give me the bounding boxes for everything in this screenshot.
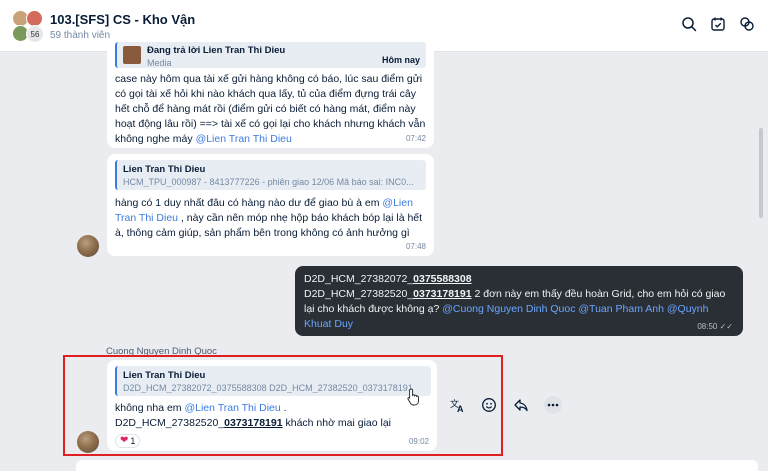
reply-icon[interactable] [512, 396, 530, 414]
message-bubble[interactable]: Đang trả lời Lien Tran Thi Dieu Media Hô… [107, 38, 434, 148]
message-composer[interactable] [76, 460, 758, 471]
member-count-badge: 56 [26, 25, 44, 43]
emoji-icon[interactable] [480, 396, 498, 414]
message-bubble[interactable]: Lien Tran Thi Dieu HCM_TPU_000987 - 8413… [107, 154, 434, 256]
group-avatar[interactable]: 56 [10, 9, 44, 43]
message-text: hàng có 1 duy nhất đâu có hàng nào dư để… [115, 196, 429, 241]
reply-preview[interactable]: Đang trả lời Lien Tran Thi Dieu Media Hô… [115, 42, 426, 68]
group-title[interactable]: 103.[SFS] CS - Kho Vận [50, 12, 195, 27]
quote-text: HCM_TPU_000987 - 8413777226 - phiên giao… [123, 177, 414, 187]
reply-label: Đang trả lời Lien Tran Thi Dieu [147, 45, 286, 56]
message-text: D2D_HCM_27382072_0375588308 D2D_HCM_2738… [304, 272, 736, 332]
message-body: hàng có 1 duy nhất đâu có hàng nào dư để… [115, 197, 383, 209]
quoted-message[interactable]: Lien Tran Thi Dieu HCM_TPU_000987 - 8413… [115, 160, 426, 190]
sync-chat-icon[interactable] [737, 14, 757, 34]
message-text: case này hôm qua tài xế gửi hàng không c… [115, 72, 429, 147]
own-message-bubble[interactable]: D2D_HCM_27382072_0375588308 D2D_HCM_2738… [295, 266, 743, 336]
highlight-box [63, 355, 503, 456]
phone-link[interactable]: 0373178191 [413, 288, 471, 300]
more-icon[interactable] [544, 396, 562, 414]
reply-time: Hôm nay [381, 55, 420, 65]
translate-icon[interactable]: 文A [448, 396, 466, 414]
message-time: 07:42 [405, 134, 426, 143]
message-time: 07:48 [405, 242, 426, 251]
search-icon[interactable] [679, 14, 699, 34]
member-count[interactable]: 59 thành viên [50, 30, 110, 41]
avatar[interactable] [77, 235, 99, 257]
message-time: 08:50 ✓✓ [697, 322, 733, 331]
order-code: D2D_HCM_27382072_ [304, 273, 414, 285]
media-thumbnail [123, 46, 141, 64]
message-actions: 文A [448, 396, 562, 414]
reply-sub: Media [147, 58, 172, 68]
calendar-check-icon[interactable] [708, 14, 728, 34]
order-code: D2D_HCM_27382520_ [304, 288, 414, 300]
phone-link[interactable]: 0375588308 [413, 273, 471, 285]
svg-text:A: A [457, 404, 464, 413]
scrollbar-thumb[interactable] [759, 128, 763, 218]
mention-link[interactable]: @Lien Tran Thi Dieu [196, 133, 292, 145]
quote-author: Lien Tran Thi Dieu [123, 164, 206, 175]
